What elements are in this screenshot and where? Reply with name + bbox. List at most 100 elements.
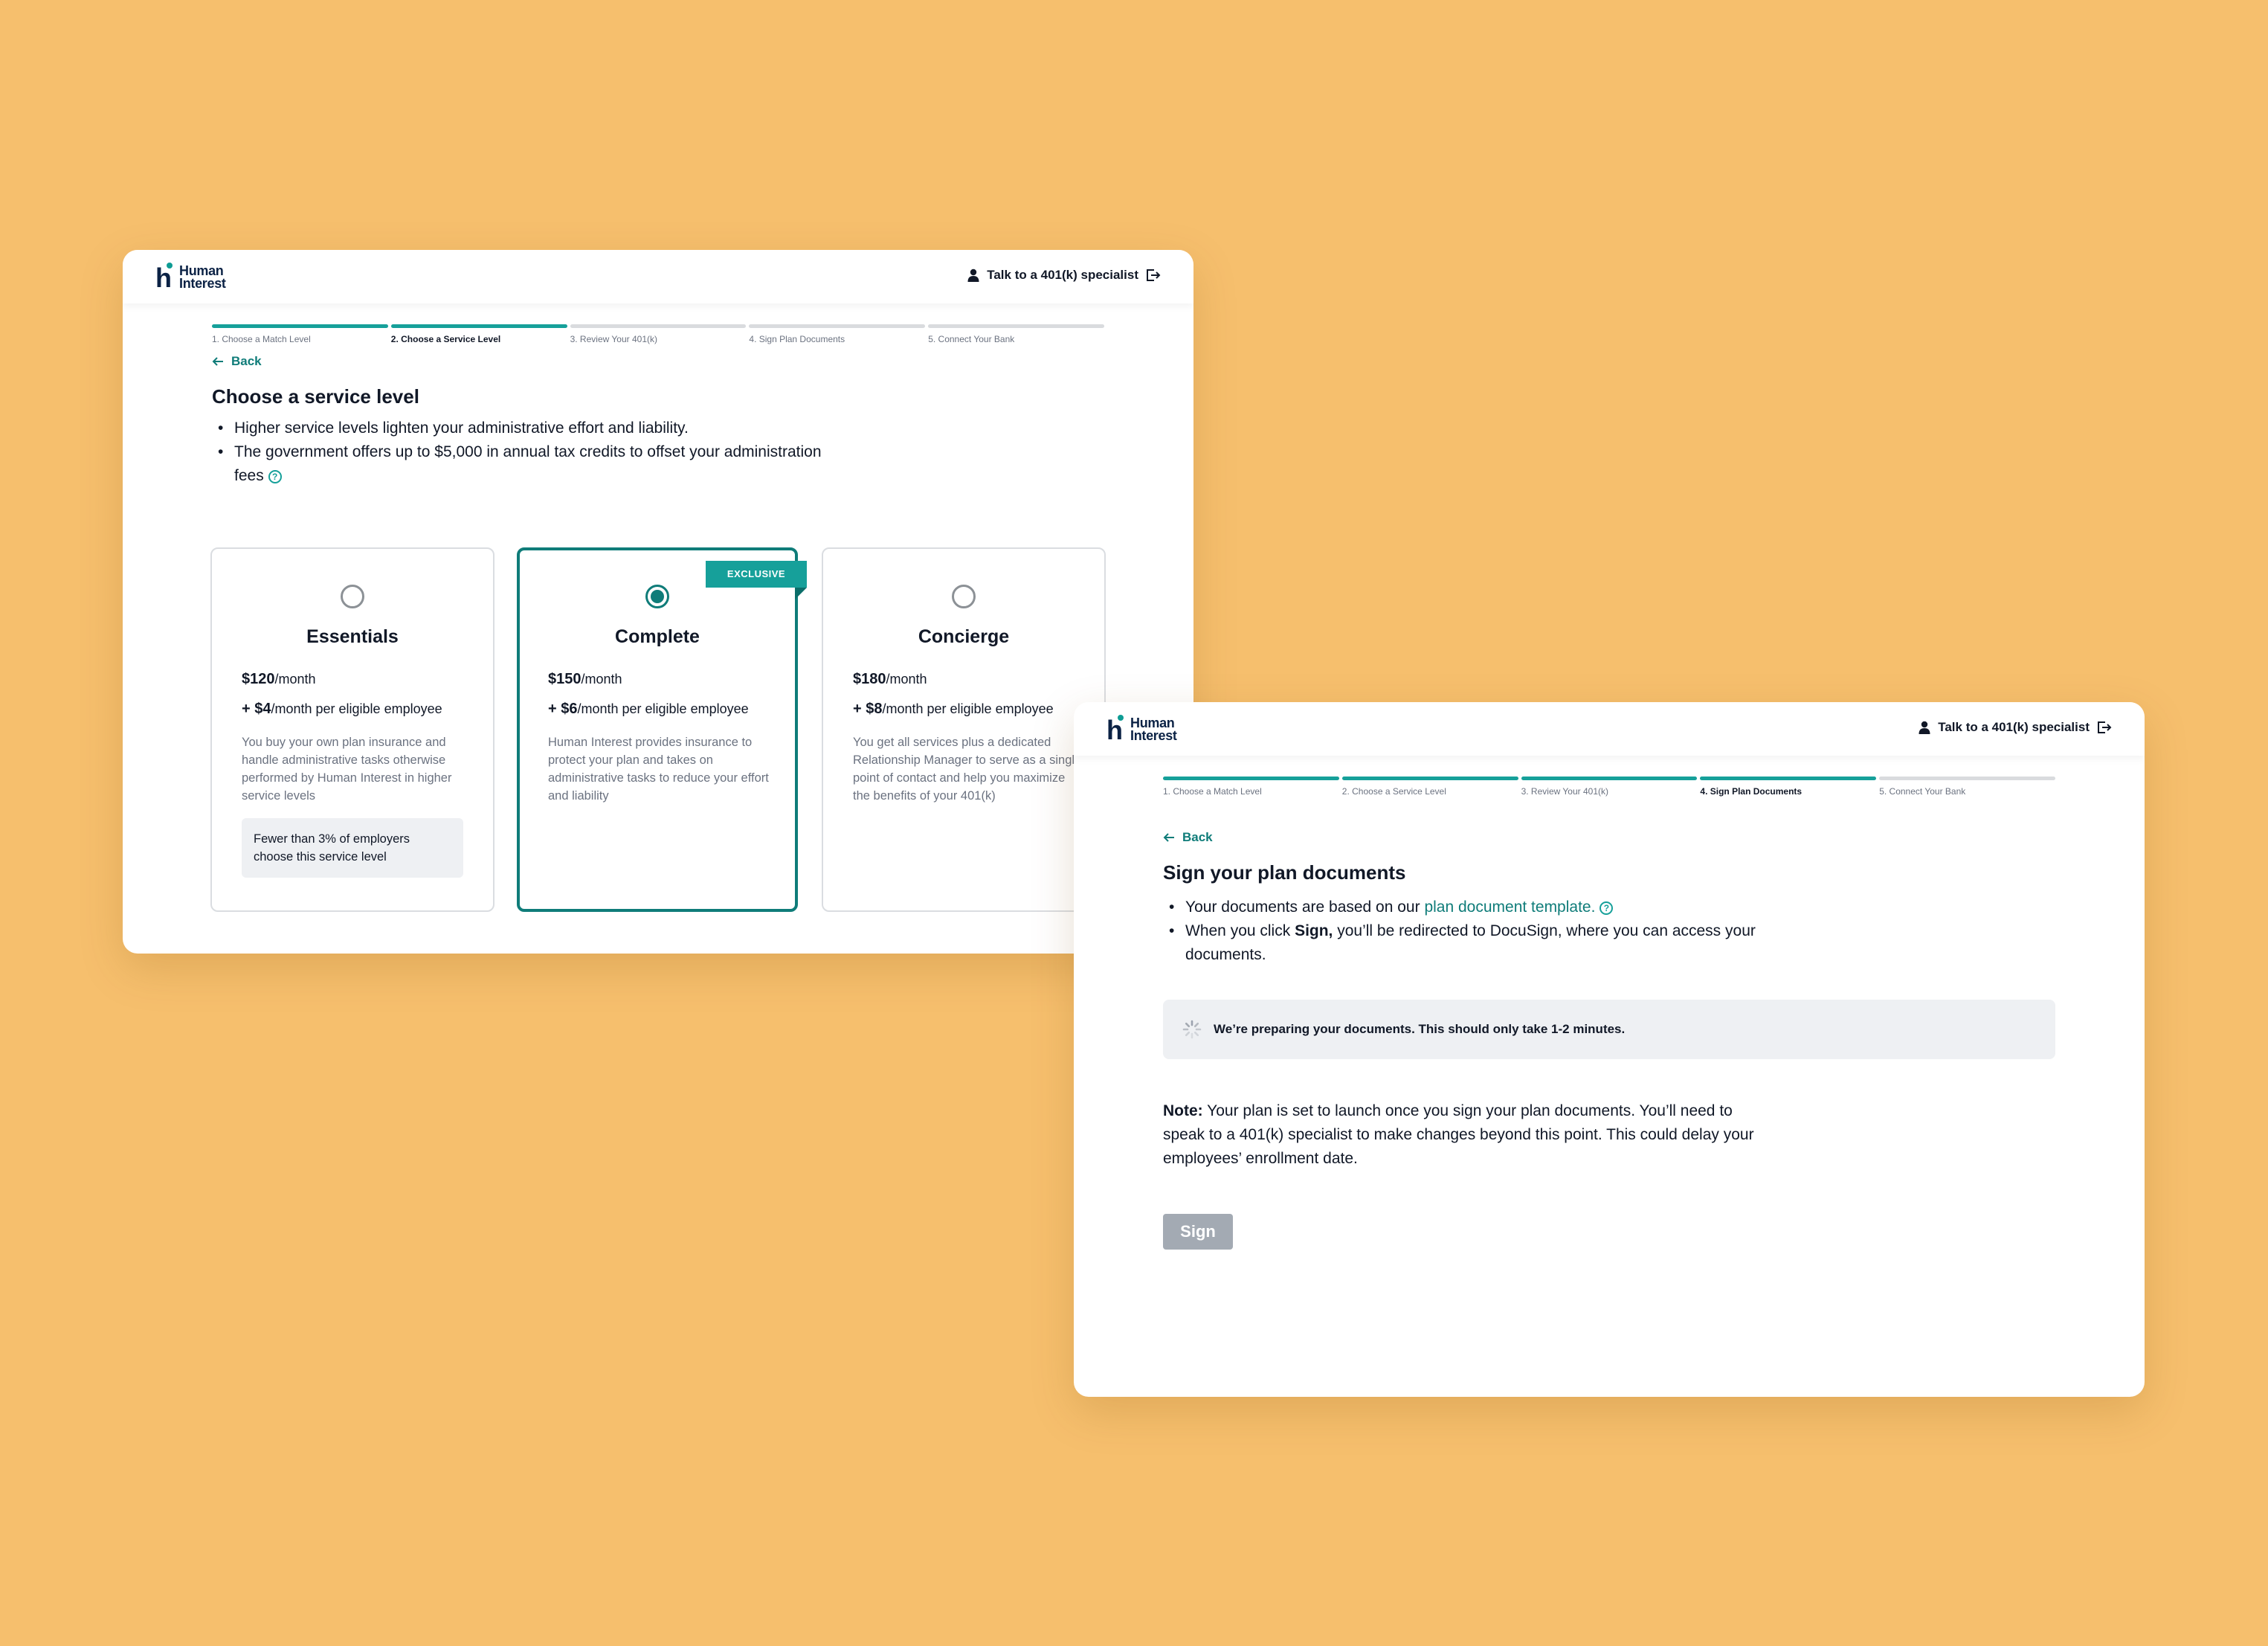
top-navigation-bar: h Human Interest Talk to a 401(k) special… [123, 250, 1193, 303]
help-icon[interactable]: ? [268, 470, 282, 483]
human-interest-logo[interactable]: h Human Interest [1106, 715, 1196, 745]
price-unit: /month [886, 672, 927, 687]
plan-price: $150/month [548, 671, 622, 688]
spinner-icon [1182, 1020, 1202, 1039]
bullet-text: When you click [1185, 922, 1295, 939]
progress-stepper: 1. Choose a Match Level 2. Choose a Serv… [212, 324, 1104, 347]
step-label: 5. Connect Your Bank [1879, 786, 1966, 797]
talk-to-specialist-label: Talk to a 401(k) specialist [987, 268, 1138, 282]
plan-price: $180/month [853, 671, 927, 688]
plan-card-complete[interactable]: EXCLUSIVE Complete $150/month + $6/month… [517, 547, 807, 912]
step-label: 2. Choose a Service Level [390, 334, 501, 344]
plan-description: Human Interest provides insurance to pro… [548, 736, 769, 803]
step-bar [390, 324, 567, 328]
step-label: 5. Connect Your Bank [928, 334, 1015, 344]
plan-card-concierge[interactable]: Concierge $180/month + $8/month per elig… [822, 547, 1106, 912]
bullet-text: Your documents are based on our [1185, 898, 1425, 916]
talk-to-specialist-link[interactable]: Talk to a 401(k) specialist [1919, 720, 2112, 735]
step-review-401k[interactable]: 3. Review Your 401(k) [1521, 777, 1698, 799]
note-label: Note: [1163, 1102, 1203, 1119]
bullet-item: When you click Sign, you’ll be redirecte… [1167, 919, 1777, 967]
loading-banner: We’re preparing your documents. This sho… [1163, 1000, 2055, 1059]
info-bullets: Your documents are based on our plan doc… [1167, 896, 1777, 967]
plan-per-employee: + $6/month per eligible employee [548, 701, 749, 718]
plan-document-template-link[interactable]: plan document template. [1424, 898, 1595, 916]
step-bar [1163, 777, 1339, 780]
price-value: $120 [242, 671, 275, 687]
step-sign-documents[interactable]: 4. Sign Plan Documents [1700, 777, 1877, 799]
step-label: 3. Review Your 401(k) [570, 334, 657, 344]
bullet-item: Higher service levels lighten your admin… [216, 417, 826, 440]
logo-text: Human Interest [179, 263, 226, 291]
back-label: Back [231, 354, 262, 368]
step-service-level[interactable]: 2. Choose a Service Level [390, 324, 567, 347]
step-label: 2. Choose a Service Level [1341, 786, 1446, 797]
plan-name: Complete [615, 626, 700, 647]
plan-per-employee: + $4/month per eligible employee [242, 701, 442, 718]
step-sign-documents[interactable]: 4. Sign Plan Documents [749, 324, 926, 347]
step-bar [570, 324, 747, 328]
step-label: 4. Sign Plan Documents [1700, 786, 1803, 797]
back-link[interactable]: Back [212, 354, 262, 369]
step-match-level[interactable]: 1. Choose a Match Level [1163, 777, 1339, 799]
per-employee-unit: /month per eligible employee [577, 701, 749, 716]
per-employee-value: + $8 [853, 701, 883, 717]
step-bar [212, 324, 388, 328]
step-connect-bank[interactable]: 5. Connect Your Bank [1879, 777, 2055, 799]
step-review-401k[interactable]: 3. Review Your 401(k) [570, 324, 747, 347]
price-value: $180 [853, 671, 886, 687]
price-unit: /month [274, 672, 316, 687]
arrow-left-icon [212, 357, 223, 366]
info-bullets: Higher service levels lighten your admin… [216, 417, 826, 488]
step-label: 3. Review Your 401(k) [1521, 786, 1608, 797]
logo-dot [1118, 715, 1124, 721]
step-bar [1341, 777, 1518, 780]
logout-icon[interactable] [1146, 269, 1161, 282]
step-bar [928, 324, 1104, 328]
radio-essentials[interactable] [341, 585, 364, 608]
top-navigation-bar: h Human Interest Talk to a 401(k) special… [1074, 702, 2145, 756]
logo-text: Human Interest [1130, 716, 1177, 743]
step-label: 4. Sign Plan Documents [749, 334, 845, 344]
logo-h-mark: h [1106, 715, 1123, 745]
back-label: Back [1182, 830, 1213, 844]
person-icon [967, 269, 979, 282]
price-unit: /month [581, 672, 622, 687]
human-interest-logo[interactable]: h Human Interest [155, 263, 245, 292]
per-employee-unit: /month per eligible employee [882, 701, 1054, 716]
person-icon [1919, 721, 1930, 734]
bullet-item: Your documents are based on our plan doc… [1167, 896, 1777, 919]
logout-icon[interactable] [2097, 721, 2112, 734]
step-match-level[interactable]: 1. Choose a Match Level [212, 324, 388, 347]
step-bar [749, 324, 926, 328]
bullet-text: Higher service levels lighten your admin… [234, 419, 689, 437]
logo-h-mark: h [155, 263, 172, 293]
bullet-bold-text: Sign, [1295, 922, 1333, 939]
launch-note: Note: Your plan is set to launch once yo… [1163, 1099, 1773, 1171]
step-label: 1. Choose a Match Level [1163, 786, 1262, 797]
badge-fold [795, 588, 807, 599]
step-bar [1700, 777, 1877, 780]
arrow-left-icon [1163, 833, 1174, 842]
plan-price: $120/month [242, 671, 316, 688]
bullet-item: The government offers up to $5,000 in an… [216, 440, 826, 488]
plan-note: Fewer than 3% of employers choose this s… [242, 818, 463, 878]
plan-card-essentials[interactable]: Essentials $120/month + $4/month per eli… [210, 547, 494, 912]
help-icon[interactable]: ? [1599, 901, 1614, 915]
logo-dot [167, 263, 173, 269]
note-text: Your plan is set to launch once you sign… [1163, 1102, 1754, 1167]
plan-name: Essentials [306, 626, 399, 647]
radio-concierge[interactable] [952, 585, 976, 608]
sign-button[interactable]: Sign [1163, 1214, 1233, 1250]
step-service-level[interactable]: 2. Choose a Service Level [1341, 777, 1518, 799]
service-level-window: h Human Interest Talk to a 401(k) special… [123, 250, 1193, 954]
bullet-text: The government offers up to $5,000 in an… [234, 443, 822, 484]
radio-complete[interactable] [645, 585, 669, 608]
loading-text: We’re preparing your documents. This sho… [1214, 1022, 1626, 1036]
per-employee-unit: /month per eligible employee [271, 701, 442, 716]
talk-to-specialist-link[interactable]: Talk to a 401(k) specialist [967, 268, 1161, 283]
back-link[interactable]: Back [1163, 830, 1213, 845]
step-connect-bank[interactable]: 5. Connect Your Bank [928, 324, 1104, 347]
exclusive-badge: EXCLUSIVE [706, 561, 807, 588]
per-employee-value: + $6 [548, 701, 578, 717]
